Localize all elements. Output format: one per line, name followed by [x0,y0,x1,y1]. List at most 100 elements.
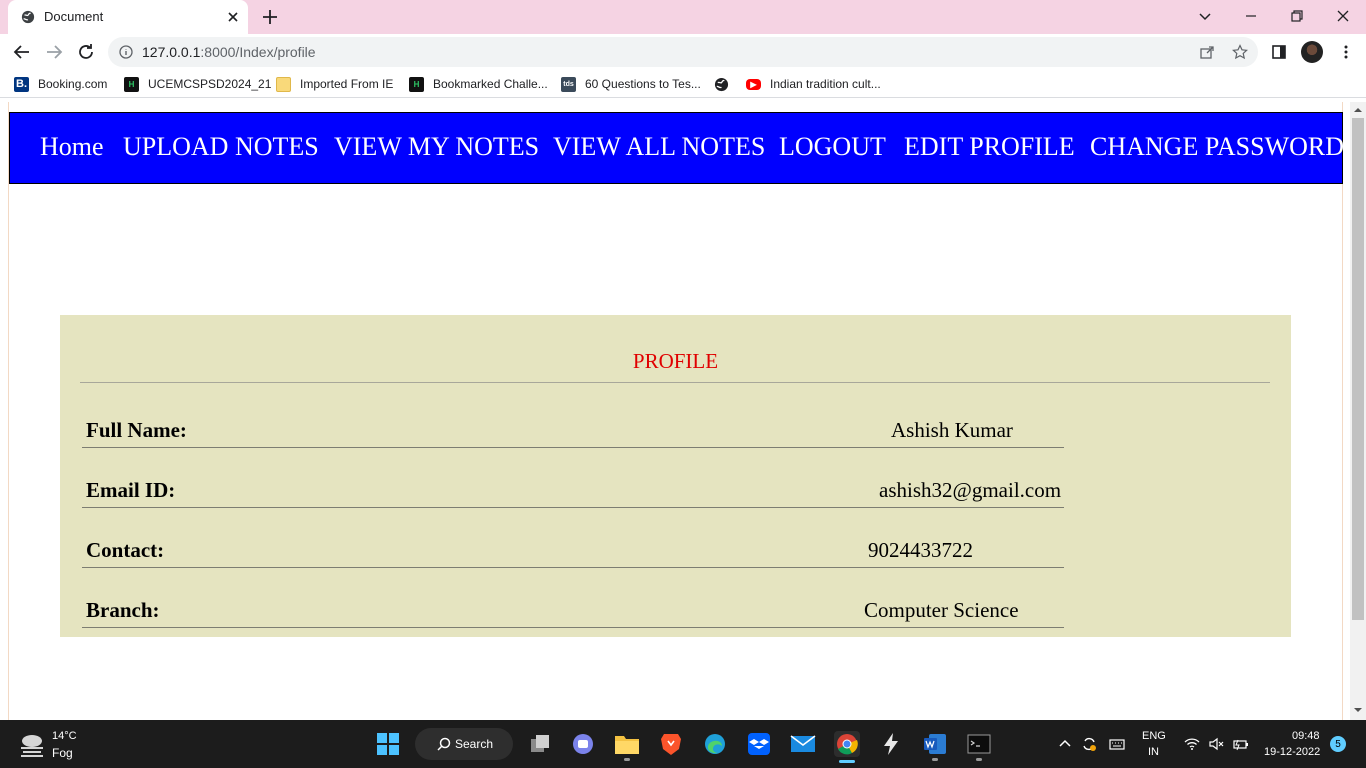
main-navbar: Home UPLOAD NOTES VIEW MY NOTES VIEW ALL… [9,112,1344,184]
nav-upload-notes[interactable]: UPLOAD NOTES [123,132,319,162]
search-label: Search [455,737,494,751]
fog-icon[interactable] [18,731,46,757]
hackerrank-icon: H [409,76,424,92]
nav-logout[interactable]: LOGOUT [779,132,886,162]
edge-icon[interactable] [702,731,728,757]
file-explorer-icon[interactable] [614,731,640,757]
booking-icon: B. [14,76,29,92]
teams-chat-icon[interactable] [570,731,596,757]
globe-icon [21,10,35,24]
nav-edit-profile[interactable]: EDIT PROFILE [904,132,1075,162]
bookmark-imported-ie[interactable]: Imported From IE [276,75,393,93]
bookmark-booking[interactable]: B. Booking.com [14,75,107,93]
page-scrollbar[interactable] [1350,102,1366,720]
brave-icon[interactable] [658,731,684,757]
running-indicator [624,758,630,761]
keyboard-icon[interactable] [1109,736,1125,752]
bookmarks-bar: B. Booking.com H UCEMCSPSD2024_21 Import… [0,70,1366,98]
tab-strip: Document [0,0,1366,34]
close-tab-icon[interactable] [225,9,241,25]
bookmark-label: Indian tradition cult... [770,77,881,91]
tds-icon: tds [561,76,576,92]
reload-icon[interactable] [76,42,96,62]
profile-card: PROFILE Full Name: Ashish Kumar Email ID… [60,315,1291,637]
chrome-icon[interactable] [834,731,860,757]
weather-desc: Fog [52,746,73,760]
windows-start-icon[interactable] [375,731,401,757]
nav-change-password[interactable]: CHANGE PASSWORD [1090,132,1344,162]
address-bar[interactable]: 127.0.0.1:8000/Index/profile [108,37,1258,67]
vs-code-icon[interactable] [878,731,904,757]
menu-dots-icon[interactable] [1338,44,1354,60]
profile-title: PROFILE [632,349,719,373]
clock-time[interactable]: 09:48 [1292,730,1320,742]
language-bottom[interactable]: IN [1148,746,1159,758]
field-label: Full Name: [86,418,187,442]
url-text[interactable]: 127.0.0.1:8000/Index/profile [142,44,316,60]
word-icon[interactable] [922,731,948,757]
terminal-icon[interactable] [966,731,992,757]
volume-muted-icon[interactable] [1208,736,1224,752]
nav-view-my-notes[interactable]: VIEW MY NOTES [334,132,539,162]
language-top[interactable]: ENG [1142,730,1166,742]
bookmark-label: 60 Questions to Tes... [585,77,701,91]
scroll-down-icon[interactable] [1354,706,1362,714]
back-icon[interactable] [12,42,32,62]
profile-avatar[interactable] [1301,41,1323,63]
nav-home[interactable]: Home [40,132,104,162]
bookmark-label: Imported From IE [300,77,394,91]
new-tab-icon[interactable] [261,8,279,26]
notification-badge[interactable]: 5 [1330,736,1346,752]
minimize-icon[interactable] [1243,8,1259,24]
mail-icon[interactable] [790,731,816,757]
bookmark-globe[interactable] [714,75,729,93]
bookmark-label: UCEMCSPSD2024_21 [148,77,272,91]
bookmark-indian-tradition[interactable]: ▶ Indian tradition cult... [746,75,881,93]
forward-icon[interactable] [44,42,64,62]
browser-toolbar: 127.0.0.1:8000/Index/profile [0,34,1366,70]
windows-taskbar: 14°C Fog Search ENG IN 09:48 19-12-2022 … [0,720,1366,768]
clock-date[interactable]: 19-12-2022 [1264,746,1320,758]
site-info-icon[interactable] [119,45,133,59]
task-view-icon[interactable] [527,731,553,757]
bookmark-label: Booking.com [38,77,108,91]
field-row-email: Email ID: ashish32@gmail.com [82,472,1064,508]
field-label: Branch: [86,598,160,622]
active-indicator [839,760,855,763]
taskbar-search[interactable]: Search [415,728,513,760]
url-host: 127.0.0.1 [142,44,201,60]
scroll-thumb[interactable] [1352,118,1364,620]
share-icon[interactable] [1199,44,1215,60]
field-row-contact: Contact: 9024433722 [82,532,1064,568]
weather-temp: 14°C [52,730,77,742]
chevron-up-icon[interactable] [1057,736,1073,752]
hackerrank-icon: H [124,76,139,92]
tab-document[interactable]: Document [8,0,248,34]
battery-icon[interactable] [1233,736,1249,752]
bookmark-star-icon[interactable] [1232,44,1248,60]
bookmark-ucem[interactable]: H UCEMCSPSD2024_21 [124,75,271,93]
scroll-up-icon[interactable] [1354,106,1362,114]
field-value: Ashish Kumar [891,418,1013,442]
nav-view-all-notes[interactable]: VIEW ALL NOTES [553,132,765,162]
url-path: :8000/Index/profile [200,44,316,60]
wifi-icon[interactable] [1184,736,1200,752]
tab-search-icon[interactable] [1197,8,1213,24]
bookmark-60-questions[interactable]: tds 60 Questions to Tes... [561,75,701,93]
close-window-icon[interactable] [1335,8,1351,24]
dropbox-icon[interactable] [746,731,772,757]
bookmark-challenges[interactable]: H Bookmarked Challe... [409,75,548,93]
running-indicator [932,758,938,761]
tab-title: Document [44,9,104,24]
sync-icon[interactable] [1081,736,1097,752]
divider [80,382,1270,383]
restore-icon[interactable] [1289,8,1305,24]
side-panel-icon[interactable] [1271,44,1287,60]
folder-icon [276,76,291,92]
field-row-branch: Branch: Computer Science [82,592,1064,628]
field-value: 9024433722 [868,538,973,562]
field-value: ashish32@gmail.com [879,478,1062,502]
field-label: Email ID: [86,478,176,502]
field-row-full-name: Full Name: Ashish Kumar [82,412,1064,448]
page-viewport: Home UPLOAD NOTES VIEW MY NOTES VIEW ALL… [0,102,1350,720]
